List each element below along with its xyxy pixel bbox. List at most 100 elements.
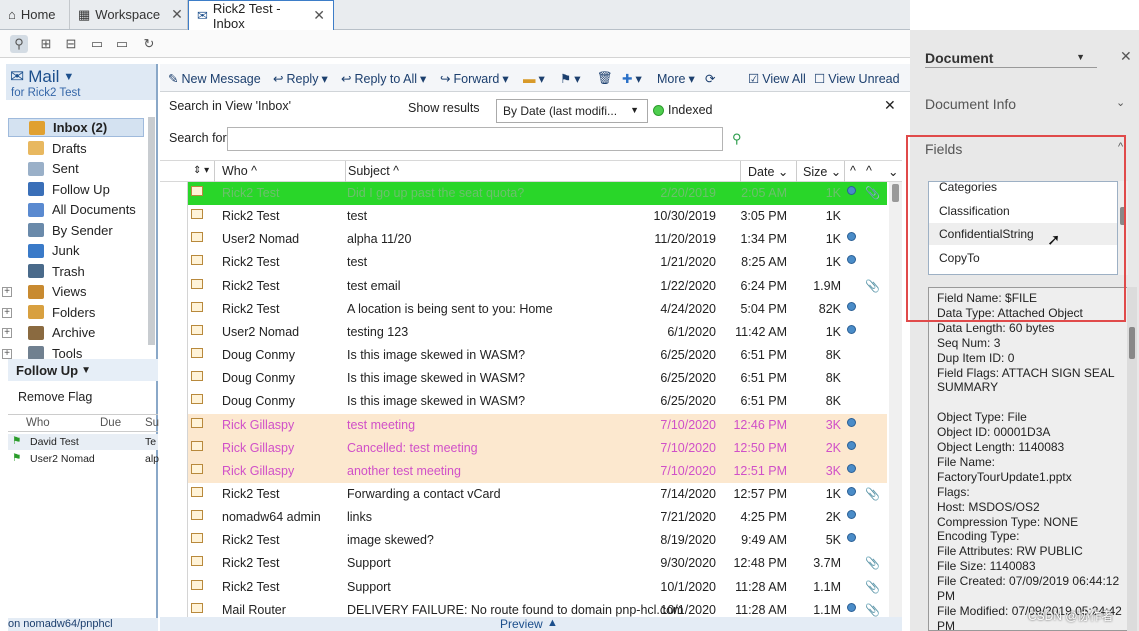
trash-icon [28,264,44,278]
nav-item[interactable]: Follow Up [8,180,144,199]
close-icon[interactable]: ✕ [884,97,896,114]
row-time: 8:25 AM [741,255,787,270]
close-icon[interactable]: ✕ [171,6,183,23]
sync-icon[interactable]: ⟳ [705,71,715,86]
watermark: CSDN @协作者 [1028,609,1114,623]
table-row[interactable]: nomadw64 admin links 7/21/2020 4:25 PM 2K [188,506,887,529]
table-row[interactable]: Rick2 Test image skewed? 8/19/2020 9:49 AM 5… [188,529,887,552]
row-size: 3.7M [813,556,841,571]
nav-item[interactable]: Sent [8,159,144,178]
tab-workspace[interactable]: ▦ Workspace ✕ [70,0,188,29]
search-icon[interactable]: ⚲ [10,35,28,53]
nav-item[interactable]: Inbox (2) [8,118,144,137]
flag-icon [28,182,44,196]
sort-select[interactable]: By Date (last modifi... ▼ [496,99,648,123]
scrollbar[interactable] [1127,287,1137,631]
close-icon[interactable]: ✕ [1120,48,1132,65]
followup-row[interactable]: ⚑ David Test Te [8,434,158,450]
table-row[interactable]: Rick2 Test Support 10/1/2020 11:28 AM 1.1M 📎 [188,576,887,599]
expand-icon[interactable]: + [2,348,12,359]
toggle-view2-icon[interactable]: ▭ [113,35,131,53]
preview-bar[interactable]: Preview ▲ [160,617,902,631]
sort-icon[interactable]: ^ [866,164,872,178]
table-row[interactable]: Rick2 Test Forwarding a contact vCard 7/14… [188,483,887,506]
document-info-header[interactable]: Document Info [925,96,1016,112]
nav-item[interactable]: All Documents [8,200,144,219]
table-row[interactable]: Doug Conmy Is this image skewed in WASM? 6… [188,390,887,413]
field-info-line: PM [937,589,955,603]
row-subject: another test meeting [347,463,461,478]
add-button[interactable]: ✚ ▾ [622,71,642,86]
remove-flag-button[interactable]: Remove Flag [18,390,92,404]
row-subject: Support [347,556,391,571]
nav-item[interactable]: Drafts [8,139,144,158]
search-icon[interactable]: ⚲ [732,131,742,147]
mail-switcher[interactable]: ✉ Mail ▼ [10,67,74,87]
collapse-icon[interactable]: ⊟ [62,35,80,53]
table-row[interactable]: Rick2 Test A location is being sent to yo… [188,298,887,321]
scrollbar[interactable] [148,117,155,345]
forward-button[interactable]: ↪ Forward ▾ [440,71,509,87]
sort-toggle[interactable]: ⇕ ▾ [193,165,209,176]
chevron-down-icon[interactable]: ⌄ [888,164,898,179]
expand-icon[interactable]: + [2,328,12,338]
nav-item[interactable]: By Sender [8,221,144,240]
followup-row[interactable]: ⚑ User2 Nomad alp [8,451,159,467]
search-input[interactable] [227,127,723,151]
followup-header[interactable]: Follow Up ▼ [8,359,158,381]
document-select[interactable]: Document ▼ [925,50,1097,68]
scrollbar[interactable] [889,182,902,617]
sort-icon[interactable]: ^ [850,164,856,178]
tab-home[interactable]: ⌂ Home [0,0,70,29]
delete-button[interactable]: 🗑 [597,71,613,86]
nav-item[interactable]: Junk [8,241,144,260]
row-who: Mail Router [222,602,286,617]
nav-item[interactable]: Archive [8,323,144,342]
table-row[interactable]: Rick Gillaspy Cancelled: test meeting 7/10… [188,436,887,460]
column-who[interactable]: Who ^ [222,164,257,178]
flag-button[interactable]: ⚑ ▾ [560,71,581,86]
row-subject: Is this image skewed in WASM? [347,348,526,363]
expand-icon[interactable]: ⊞ [37,35,55,53]
table-row[interactable]: Rick2 Test Support 9/30/2020 12:48 PM 3.7M 📎 [188,552,887,575]
table-row[interactable]: Rick Gillaspy another test meeting 7/10/20… [188,459,887,483]
table-row[interactable]: Doug Conmy Is this image skewed in WASM? 6… [188,367,887,390]
table-row[interactable]: Doug Conmy Is this image skewed in WASM? 6… [188,344,887,367]
view-unread-button[interactable]: ☐ View Unread [814,71,900,87]
table-row[interactable]: User2 Nomad alpha 11/20 11/20/2019 1:34 PM 1… [188,228,887,251]
chevron-down-icon[interactable]: ⌄ [1116,96,1125,109]
new-message-button[interactable]: ✎ New Message [168,71,261,87]
nav-item[interactable]: Folders [8,303,144,322]
row-date: 10/1/2020 [660,602,716,617]
close-icon[interactable]: ✕ [313,7,325,24]
table-row[interactable]: User2 Nomad testing 123 6/1/2020 11:42 AM 1K [188,321,887,344]
column-subject[interactable]: Subject ^ [348,164,399,178]
row-size: 8K [825,348,841,363]
view-all-button[interactable]: ☑ View All [748,71,806,87]
more-button[interactable]: More ▾ [657,71,695,87]
status-dot-icon [847,324,856,334]
toggle-view-icon[interactable]: ▭ [88,35,106,53]
reply-button[interactable]: ↩ Reply ▾ [273,71,328,87]
expand-icon[interactable]: + [2,307,12,318]
folder-button[interactable]: ▬ ▾ [523,71,545,87]
table-row[interactable]: Rick2 Test Did I go up past the seat quot… [188,182,887,205]
search-panel: Search in View 'Inbox' Show results By D… [160,93,910,155]
workspace-icon: ▦ [78,6,91,22]
column-date[interactable]: Date ⌄ [748,164,788,179]
column-size[interactable]: Size ⌄ [803,164,841,179]
field-info-line: FactoryTourUpdate1.pptx [937,469,1072,484]
table-row[interactable]: Rick Gillaspy test meeting 7/10/2020 12:46 … [188,413,887,437]
row-time: 4:25 PM [740,510,787,525]
table-row[interactable]: Rick2 Test test 1/21/2020 8:25 AM 1K [188,251,887,274]
table-row[interactable]: Rick2 Test test email 1/22/2020 6:24 PM 1.9M… [188,275,887,298]
reply-all-button[interactable]: ↩ Reply to All ▾ [341,71,426,87]
row-who: Rick2 Test [222,186,280,200]
expand-icon[interactable]: + [2,287,12,297]
nav-item[interactable]: Views [8,282,144,301]
refresh-icon[interactable]: ↻ [140,35,158,53]
nav-item[interactable]: Trash [8,262,144,281]
field-info-line: Host: MSDOS/OS2 [937,499,1040,514]
table-row[interactable]: Rick2 Test test 10/30/2019 3:05 PM 1K [188,205,887,228]
tab-inbox[interactable]: ✉ Rick2 Test - Inbox ✕ [188,0,334,31]
